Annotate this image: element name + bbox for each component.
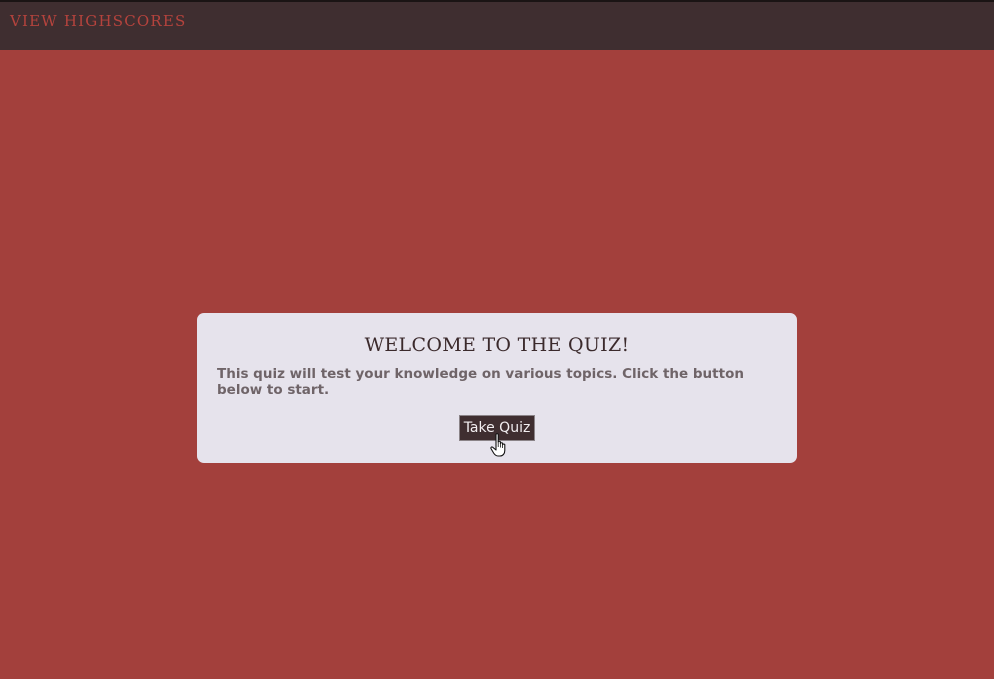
welcome-title: WELCOME TO THE QUIZ! <box>364 334 630 356</box>
view-highscores-link[interactable]: VIEW HIGHSCORES <box>10 12 187 30</box>
button-container: Take Quiz <box>217 415 777 441</box>
welcome-card: WELCOME TO THE QUIZ! This quiz will test… <box>197 313 797 463</box>
page-header: VIEW HIGHSCORES <box>0 2 994 50</box>
quiz-description: This quiz will test your knowledge on va… <box>217 366 744 398</box>
take-quiz-button[interactable]: Take Quiz <box>458 415 536 441</box>
